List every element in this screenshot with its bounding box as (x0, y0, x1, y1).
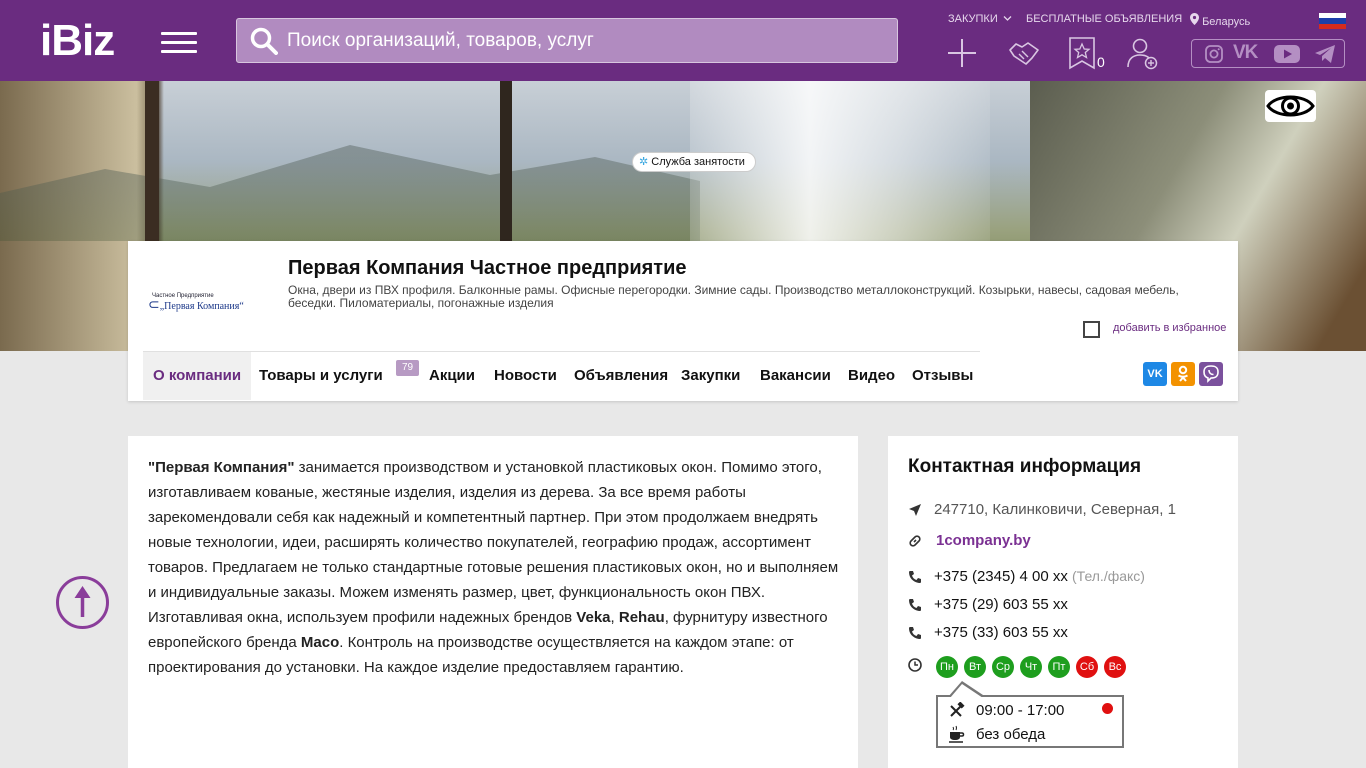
add-to-favorites-link[interactable]: добавить в избранное (1113, 322, 1226, 334)
tab-vacancies[interactable]: Вакансии (750, 352, 841, 400)
day-fri[interactable]: Пт (1048, 656, 1070, 678)
address-text: 247710, Калинковичи, Северная, 1 (934, 501, 1176, 518)
contact-title: Контактная информация (908, 456, 1142, 477)
about-separator: , (610, 609, 619, 626)
tab-purchases[interactable]: Закупки (671, 352, 750, 400)
day-sat[interactable]: Сб (1076, 656, 1098, 678)
brand-veka: Veka (576, 609, 611, 626)
handshake-icon[interactable] (1007, 36, 1041, 70)
search-input[interactable] (287, 19, 887, 62)
arrow-up-icon (74, 586, 91, 617)
tab-ads[interactable]: Объявления (564, 352, 678, 400)
menu-icon[interactable] (161, 30, 197, 54)
tab-news[interactable]: Новости (484, 352, 567, 400)
russian-flag-icon[interactable] (1319, 13, 1346, 29)
phone-2[interactable]: +375 (29) 603 55 xx (934, 596, 1068, 613)
company-logo-name: „Первая Компания“ (159, 301, 244, 312)
tab-reviews[interactable]: Отзывы (902, 352, 983, 400)
employment-service-label: Служба занятости (651, 156, 745, 168)
phone-1[interactable]: +375 (2345) 4 00 xx (Тел./факс) (934, 568, 1145, 585)
phone-3[interactable]: +375 (33) 603 55 xx (934, 624, 1068, 641)
clock-icon (908, 658, 922, 672)
favorites-count: 0 (1097, 54, 1105, 70)
search-box (236, 18, 898, 63)
vk-icon[interactable]: VK (1233, 42, 1258, 64)
add-icon[interactable] (945, 36, 979, 70)
phone-icon (909, 627, 921, 639)
favorites-checkbox[interactable] (1083, 321, 1100, 338)
region-label: Беларусь (1202, 16, 1251, 28)
brand-rehau: Rehau (618, 609, 665, 626)
share-viber-icon[interactable] (1199, 362, 1223, 386)
chevron-down-icon (1003, 16, 1012, 21)
company-logo-text: ⊂„Первая Компания“ (148, 298, 244, 313)
location-arrow-icon (909, 504, 921, 516)
brand-maco: Maco (300, 634, 340, 651)
employment-service-badge[interactable]: ✲ Служба занятости (632, 152, 756, 172)
purchases-link[interactable]: ЗАКУПКИ (948, 13, 1012, 25)
tab-products[interactable]: Товары и услуги (249, 352, 393, 400)
website-link[interactable]: 1company.by (936, 532, 1031, 549)
youtube-icon[interactable] (1273, 44, 1301, 69)
company-title: Первая Компания Частное предприятие (288, 257, 687, 279)
company-logo[interactable]: Частное Предприятие ⊂„Первая Компания“ (142, 249, 252, 349)
company-description: Окна, двери из ПВХ профиля. Балконные ра… (288, 283, 1179, 310)
accessibility-eye-icon[interactable] (1265, 90, 1316, 122)
phone-1-note: (Тел./факс) (1072, 568, 1145, 584)
share-vk-icon[interactable]: VK (1143, 362, 1167, 386)
lunch-info: без обеда (976, 726, 1046, 743)
phone-icon (909, 599, 921, 611)
products-count-badge: 79 (396, 360, 420, 376)
about-section: "Первая Компания" занимается производств… (128, 436, 858, 768)
tab-promotions[interactable]: Акции (419, 352, 485, 400)
phone-1-number: +375 (2345) 4 00 xx (934, 568, 1068, 585)
contact-section: Контактная информация 247710, Калинкович… (888, 436, 1238, 768)
day-tue[interactable]: Вт (964, 656, 986, 678)
company-card: Частное Предприятие ⊂„Первая Компания“ П… (128, 241, 1238, 401)
add-user-icon[interactable] (1125, 36, 1159, 70)
day-wed[interactable]: Ср (992, 656, 1014, 678)
instagram-icon[interactable] (1204, 44, 1224, 69)
site-logo[interactable]: iBiz (40, 18, 115, 64)
free-ads-link[interactable]: БЕСПЛАТНЫЕ ОБЪЯВЛЕНИЯ (1026, 13, 1182, 25)
purchases-link-label: ЗАКУПКИ (948, 13, 998, 25)
tab-video[interactable]: Видео (838, 352, 905, 400)
social-links: VK (1191, 39, 1345, 68)
about-text: "Первая Компания" занимается производств… (148, 455, 843, 680)
about-brand: "Первая Компания" (148, 459, 295, 476)
closed-status-dot (1102, 703, 1113, 714)
phone-icon (909, 571, 921, 583)
employment-service-icon: ✲ (639, 156, 649, 168)
about-paragraph-2: Изготавливая окна, используем профили на… (148, 609, 577, 626)
favorites-star-icon[interactable] (1065, 36, 1099, 70)
day-thu[interactable]: Чт (1020, 656, 1042, 678)
hours-popup: 09:00 - 17:00 без обеда (936, 681, 1124, 748)
share-odnoklassniki-icon[interactable] (1171, 362, 1195, 386)
coffee-cup-icon (949, 725, 965, 743)
tools-icon (950, 702, 965, 717)
top-bar: iBiz ЗАКУПКИ БЕСПЛАТНЫЕ ОБЪЯВЛЕНИЯ Белар… (0, 0, 1366, 81)
day-mon[interactable]: Пн (936, 656, 958, 678)
tab-about[interactable]: О компании (143, 352, 252, 400)
scroll-to-top-button[interactable] (56, 576, 109, 629)
telegram-icon[interactable] (1314, 44, 1336, 69)
region-selector[interactable]: Беларусь (1190, 13, 1250, 28)
day-sun[interactable]: Вс (1104, 656, 1126, 678)
link-icon (909, 535, 921, 547)
working-hours: 09:00 - 17:00 (976, 702, 1065, 719)
location-pin-icon (1190, 13, 1199, 25)
search-icon[interactable] (250, 27, 278, 55)
about-paragraph-1: занимается производством и установкой пл… (148, 459, 839, 601)
